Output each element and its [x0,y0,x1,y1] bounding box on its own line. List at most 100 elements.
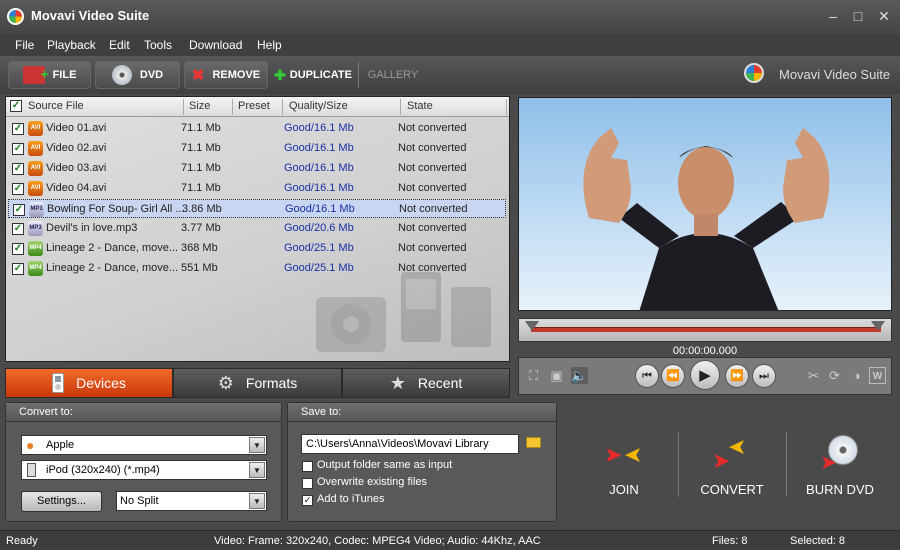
rotate-icon[interactable]: ⟳ [826,367,843,384]
folder-icon[interactable] [526,437,541,448]
burn-dvd-button[interactable]: ➤ BURN DVD [790,430,890,500]
movavi-logo-icon [7,8,24,25]
settings-button[interactable]: Settings... [21,491,102,512]
burn-dvd-label: BURN DVD [806,482,874,497]
gallery-button[interactable]: GALLERY [364,61,422,89]
row-size: 3.77 Mb [181,222,221,234]
adjust-colors-icon[interactable]: ◑ [848,367,865,384]
play-button[interactable]: ▶ [690,360,720,390]
row-checkbox[interactable]: ✓ [13,204,25,216]
menu-playback[interactable]: Playback [47,38,96,52]
menu-bar [0,34,900,56]
window-title: Movavi Video Suite [31,8,150,23]
tab-formats[interactable]: ⚙ Formats [173,368,342,398]
row-quality-link[interactable]: Good/25.1 Mb [284,262,354,274]
row-checkbox[interactable]: ✓ [12,123,24,135]
avi-file-icon: AVI [28,141,43,156]
row-checkbox[interactable]: ✓ [12,263,24,275]
crop-icon[interactable]: ✂ [805,367,822,384]
col-size[interactable]: Size [189,100,210,112]
table-row[interactable]: ✓ AVI Video 02.avi 71.1 Mb Good/16.1 Mb … [8,139,506,158]
rewind-button[interactable]: ⏪ [661,364,685,388]
table-row-selected[interactable]: ✓ MP3 Bowling For Soup- Girl All ... 3.8… [8,199,506,218]
row-checkbox[interactable]: ✓ [12,183,24,195]
volume-icon[interactable]: 🔈 [571,367,588,384]
mp4-file-icon: MP4 [28,261,43,276]
col-state[interactable]: State [407,100,433,112]
save-path-input[interactable]: C:\Users\Anna\Videos\Movavi Library [301,434,519,454]
duplicate-icon: ✚ [274,66,286,83]
col-quality[interactable]: Quality/Size [289,100,348,112]
fullscreen-icon[interactable]: ⛶ [525,367,542,384]
output-folder-same-checkbox[interactable] [302,461,313,472]
row-size: 368 Mb [181,242,218,254]
device-model-select[interactable]: iPod (320x240) (*.mp4) ▼ [21,460,267,480]
col-preset[interactable]: Preset [238,100,270,112]
row-checkbox[interactable]: ✓ [12,163,24,175]
maximize-button[interactable]: □ [847,6,869,26]
row-checkbox[interactable]: ✓ [12,243,24,255]
table-row[interactable]: ✓ MP3 Devil's in love.mp3 3.77 Mb Good/2… [8,219,506,238]
timeline-start-marker[interactable] [525,321,539,331]
row-quality-link[interactable]: Good/20.6 Mb [284,222,354,234]
tab-devices[interactable]: Devices [5,368,173,398]
add-to-itunes-checkbox[interactable]: ✓ [302,495,313,506]
close-button[interactable]: ✕ [873,6,895,26]
convert-button[interactable]: ➤ ➤ CONVERT [682,430,782,500]
menu-edit[interactable]: Edit [109,38,130,52]
row-quality-link[interactable]: Good/16.1 Mb [285,203,355,215]
table-row[interactable]: ✓ MP4 Lineage 2 - Dance, move... 368 Mb … [8,239,506,258]
row-state: Not converted [398,142,467,154]
table-row[interactable]: ✓ MP4 Lineage 2 - Dance, move... 551 Mb … [8,259,506,278]
timeline-slider[interactable] [518,318,892,342]
player-controls: ⛶ ▣ 🔈 ⏮ ⏪ ▶ ⏩ ⏭ ✂ ⟳ ◑ W [518,357,892,395]
tab-recent-label: Recent [417,375,463,391]
output-folder-same-label[interactable]: Output folder same as input [317,459,452,471]
chevron-down-icon[interactable]: ▼ [249,437,265,453]
row-quality-link[interactable]: Good/16.1 Mb [284,122,354,134]
video-preview[interactable] [518,97,892,311]
split-select[interactable]: No Split ▼ [116,491,267,511]
menu-tools[interactable]: Tools [144,38,172,52]
select-all-checkbox[interactable]: ✓ [10,100,22,112]
row-checkbox[interactable]: ✓ [12,223,24,235]
col-source-file[interactable]: Source File [28,100,84,112]
row-quality-link[interactable]: Good/16.1 Mb [284,182,354,194]
add-to-itunes-label[interactable]: Add to iTunes [317,493,384,505]
chevron-down-icon[interactable]: ▼ [249,493,265,509]
skip-to-start-button[interactable]: ⏮ [635,364,659,388]
add-file-button[interactable]: + FILE [8,61,91,89]
fast-forward-button[interactable]: ⏩ [725,364,749,388]
menu-download[interactable]: Download [189,38,242,52]
remove-button[interactable]: ✖ REMOVE [184,61,268,89]
device-brand-select[interactable]: ● Apple ▼ [21,435,267,455]
row-quality-link[interactable]: Good/16.1 Mb [284,142,354,154]
timeline-end-marker[interactable] [871,321,885,331]
table-row[interactable]: ✓ AVI Video 04.avi 71.1 Mb Good/16.1 Mb … [8,179,506,198]
snapshot-icon[interactable]: ▣ [548,367,565,384]
skip-to-end-button[interactable]: ⏭ [752,364,776,388]
row-state: Not converted [398,262,467,274]
overwrite-files-checkbox[interactable] [302,478,313,489]
row-filename: Video 01.avi [46,122,107,134]
tab-recent[interactable]: ★ Recent [342,368,510,398]
duplicate-button[interactable]: ✚ DUPLICATE [271,61,355,89]
menu-help[interactable]: Help [257,38,282,52]
status-bar: Ready Video: Frame: 320x240, Codec: MPEG… [0,530,900,550]
add-dvd-button[interactable]: DVD [95,61,180,89]
row-quality-link[interactable]: Good/25.1 Mb [284,242,354,254]
row-checkbox[interactable]: ✓ [12,143,24,155]
avi-file-icon: AVI [28,161,43,176]
overwrite-files-label[interactable]: Overwrite existing files [317,476,427,488]
watermark-icon[interactable]: W [869,367,886,384]
minimize-button[interactable]: – [822,6,844,26]
join-button[interactable]: ➤ ➤ JOIN [574,430,674,500]
burn-dvd-icon: ➤ [790,430,890,474]
chevron-down-icon[interactable]: ▼ [249,462,265,478]
file-list[interactable]: ✓ Source File Size Preset Quality/Size S… [5,96,510,362]
row-quality-link[interactable]: Good/16.1 Mb [284,162,354,174]
table-row[interactable]: ✓ AVI Video 01.avi 71.1 Mb Good/16.1 Mb … [8,119,506,138]
table-row[interactable]: ✓ AVI Video 03.avi 71.1 Mb Good/16.1 Mb … [8,159,506,178]
avi-file-icon: AVI [28,181,43,196]
menu-file[interactable]: File [15,38,34,52]
